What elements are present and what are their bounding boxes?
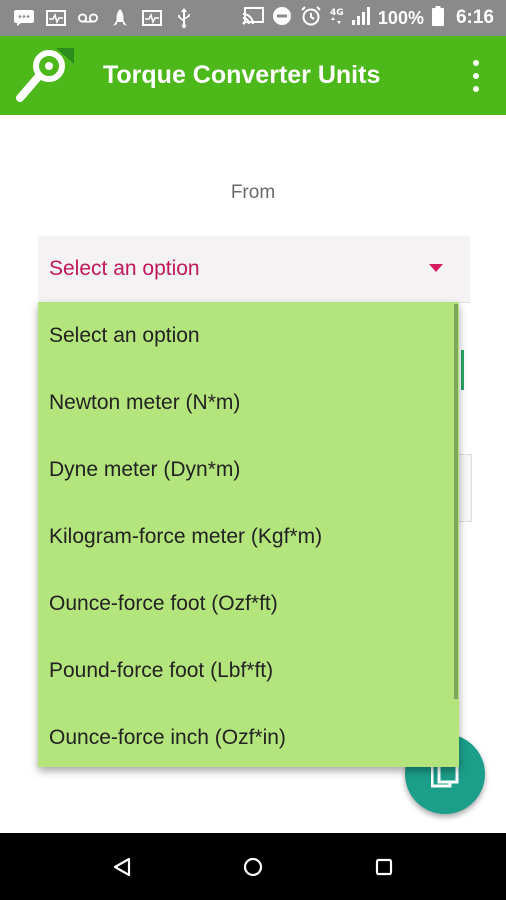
dropdown-option[interactable]: Dyne meter (Dyn*m) <box>38 436 459 503</box>
voicemail-icon <box>78 10 98 26</box>
battery-icon <box>431 5 444 31</box>
system-icons: 4G 100% 6:16 <box>242 0 494 36</box>
dropdown-option[interactable]: Newton meter (N*m) <box>38 369 459 436</box>
clock-time: 6:16 <box>455 7 494 28</box>
input-underline <box>461 350 464 390</box>
alarm-icon <box>300 5 322 31</box>
signal-monitor-icon <box>46 10 66 26</box>
dropdown-option[interactable]: Select an option <box>38 302 459 369</box>
unit-dropdown-list: Select an option Newton meter (N*m) Dyne… <box>38 302 459 767</box>
signal-monitor-icon-2 <box>142 10 162 26</box>
dropdown-option[interactable]: Ounce-force inch (Ozf*in) <box>38 704 459 767</box>
cast-icon <box>242 6 264 30</box>
dropdown-option[interactable]: Kilogram-force meter (Kgf*m) <box>38 503 459 570</box>
notification-icons <box>14 0 194 36</box>
rocket-icon <box>110 9 130 26</box>
chat-icon <box>14 10 34 26</box>
from-unit-spinner[interactable]: Select an option <box>38 236 470 303</box>
status-bar: 4G 100% 6:16 <box>0 0 506 36</box>
from-label: From <box>230 182 276 203</box>
app-title: Torque Converter Units <box>103 61 381 89</box>
navigation-bar <box>0 833 506 900</box>
more-vert-icon[interactable] <box>464 60 488 92</box>
svg-text:4G: 4G <box>330 8 344 18</box>
cell-signal-icon <box>351 6 370 30</box>
do-not-disturb-icon <box>272 6 292 31</box>
back-icon[interactable] <box>92 833 152 900</box>
home-icon[interactable] <box>223 833 283 900</box>
dropdown-option[interactable]: Ounce-force foot (Ozf*ft) <box>38 570 459 637</box>
wrench-icon <box>12 42 76 108</box>
recents-icon[interactable] <box>354 833 414 900</box>
dropdown-arrow-icon <box>429 264 443 272</box>
dropdown-scrollbar[interactable] <box>454 304 458 699</box>
to-unit-spinner-edge <box>459 454 472 522</box>
battery-percent: 100% <box>377 7 424 28</box>
spinner-selected-value: Select an option <box>49 257 200 280</box>
dropdown-option[interactable]: Pound-force foot (Lbf*ft) <box>38 637 459 704</box>
app-bar: Torque Converter Units <box>0 36 506 115</box>
4g-icon: 4G <box>330 6 344 31</box>
usb-icon <box>174 8 194 28</box>
